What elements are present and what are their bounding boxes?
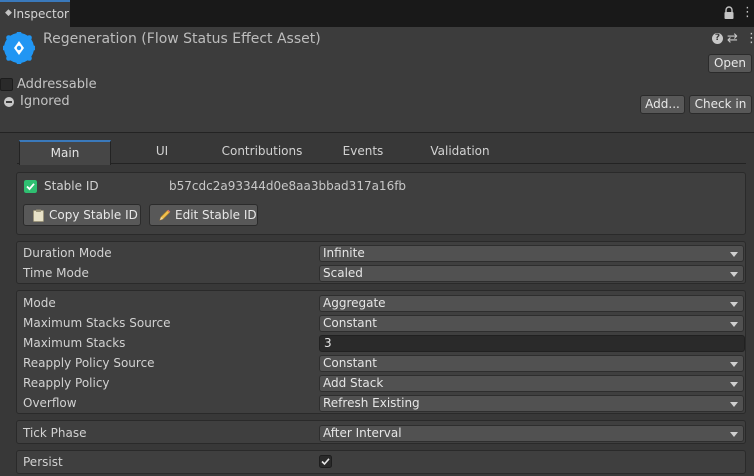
dropdown-arrow-icon	[730, 432, 738, 437]
edit-stable-id-label: Edit Stable ID	[175, 208, 257, 222]
time-mode-value: Scaled	[323, 266, 363, 280]
dropdown-arrow-icon	[730, 362, 738, 367]
help-icon[interactable]: ?	[712, 33, 723, 44]
stable-id-label: Stable ID	[44, 179, 99, 193]
check-in-button[interactable]: Check in	[689, 95, 752, 114]
reapply-policy-dropdown[interactable]: Add Stack	[319, 375, 744, 392]
max-stacks-label: Maximum Stacks	[23, 336, 126, 350]
time-mode-label: Time Mode	[23, 266, 89, 280]
tab-main[interactable]: Main	[19, 140, 111, 165]
persist-group	[16, 450, 746, 474]
mode-value: Aggregate	[323, 296, 386, 310]
lock-icon[interactable]	[723, 6, 735, 20]
dropdown-arrow-icon	[730, 302, 738, 307]
reapply-source-dropdown[interactable]: Constant	[319, 355, 744, 372]
ignored-label: Ignored	[20, 94, 70, 109]
duration-mode-dropdown[interactable]: Infinite	[319, 245, 744, 262]
overflow-label: Overflow	[23, 396, 77, 410]
dropdown-arrow-icon	[730, 382, 738, 387]
persist-checkbox[interactable]	[319, 455, 332, 468]
copy-stable-id-button[interactable]: Copy Stable ID	[23, 204, 141, 226]
open-button[interactable]: Open	[708, 54, 752, 73]
duration-mode-value: Infinite	[323, 246, 365, 260]
dropdown-arrow-icon	[730, 322, 738, 327]
max-stacks-source-value: Constant	[323, 316, 377, 330]
tick-phase-value: After Interval	[323, 426, 402, 440]
ignored-minus-icon	[4, 97, 14, 107]
reapply-source-label: Reapply Policy Source	[23, 356, 155, 370]
persist-label: Persist	[23, 455, 63, 469]
inspector-tab[interactable]: ◆ Inspector	[0, 0, 70, 27]
dropdown-arrow-icon	[730, 272, 738, 277]
overflow-value: Refresh Existing	[323, 396, 420, 410]
tab-main-label: Main	[50, 146, 80, 160]
dropdown-arrow-icon	[730, 252, 738, 257]
tab-menu-kebab-icon[interactable]: ⋮	[741, 5, 754, 21]
dropdown-arrow-icon	[730, 402, 738, 407]
edit-stable-id-button[interactable]: Edit Stable ID	[149, 204, 258, 226]
max-stacks-source-label: Maximum Stacks Source	[23, 316, 171, 330]
time-mode-dropdown[interactable]: Scaled	[319, 265, 744, 282]
inspector-tab-icon: ◆	[5, 8, 12, 18]
tick-phase-label: Tick Phase	[23, 426, 87, 440]
presets-icon[interactable]: ⇄	[727, 31, 738, 46]
window-tab-strip	[0, 0, 754, 27]
mode-label: Mode	[23, 296, 56, 310]
tab-ui[interactable]: UI	[142, 144, 182, 158]
reapply-policy-value: Add Stack	[323, 376, 384, 390]
reapply-policy-label: Reapply Policy	[23, 376, 110, 390]
inspector-tab-label: Inspector	[13, 7, 69, 21]
asset-title: Regeneration (Flow Status Effect Asset)	[43, 31, 321, 47]
addressable-label: Addressable	[17, 77, 97, 92]
addressable-checkbox[interactable]	[0, 78, 13, 91]
header-menu-kebab-icon[interactable]: ⋮	[745, 31, 754, 46]
stable-id-value: b57cdc2a93344d0e8aa3bbad317a16fb	[169, 179, 407, 193]
overflow-dropdown[interactable]: Refresh Existing	[319, 395, 744, 412]
clipboard-icon	[33, 209, 44, 222]
status-effect-asset-icon	[3, 32, 35, 64]
tab-contributions[interactable]: Contributions	[212, 144, 312, 158]
max-stacks-source-dropdown[interactable]: Constant	[319, 315, 744, 332]
stable-id-checkbox[interactable]	[24, 180, 37, 193]
add-button[interactable]: Add...	[640, 95, 685, 114]
duration-mode-label: Duration Mode	[23, 246, 112, 260]
tab-validation[interactable]: Validation	[420, 144, 500, 158]
tick-phase-dropdown[interactable]: After Interval	[319, 425, 744, 442]
copy-stable-id-label: Copy Stable ID	[49, 208, 138, 222]
pencil-icon	[159, 209, 171, 221]
tabs-underline	[17, 163, 746, 164]
tab-events[interactable]: Events	[333, 144, 393, 158]
reapply-source-value: Constant	[323, 356, 377, 370]
max-stacks-field[interactable]: 3	[319, 335, 745, 352]
mode-dropdown[interactable]: Aggregate	[319, 295, 744, 312]
